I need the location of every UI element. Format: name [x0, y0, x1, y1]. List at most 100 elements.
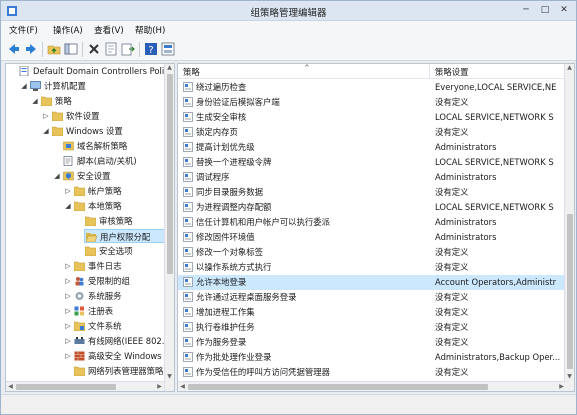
tree-vertical-scrollbar[interactable]: ▲ ▼ — [164, 64, 174, 391]
tree-node[interactable]: ▷ 高级安全 Windows 防火墙 — [65, 349, 174, 363]
tree-node[interactable]: Default Domain Controllers Policy — [18, 64, 174, 78]
expand-arrow-icon[interactable]: ▷ — [64, 337, 72, 345]
policy-setting-icon — [183, 172, 193, 182]
expand-arrow-icon[interactable]: ▷ — [64, 292, 72, 300]
policy-row[interactable]: 增加进程工作集 没有定义 — [178, 305, 566, 320]
tree-node-label: 帐户策略 — [88, 186, 122, 196]
tree-node[interactable]: ◢ 本地策略 — [65, 199, 174, 213]
folder-icon — [73, 201, 86, 212]
help-icon[interactable]: ? — [143, 41, 159, 57]
collapse-arrow-icon[interactable]: ◢ — [42, 127, 50, 135]
back-arrow-icon[interactable] — [6, 41, 22, 57]
policy-name: 提高计划优先级 — [196, 142, 255, 152]
expand-arrow-icon[interactable]: ▷ — [64, 277, 72, 285]
scroll-up-arrow-icon[interactable]: ▲ — [565, 64, 574, 72]
policy-row[interactable]: 信任计算机和用户帐户可以执行委派 Administrators — [178, 215, 566, 230]
policy-row[interactable]: 允许本地登录 Account Operators,Administr — [178, 275, 566, 290]
up-folder-icon[interactable] — [46, 41, 62, 57]
expand-arrow-icon[interactable]: ▷ — [64, 307, 72, 315]
tree-hscroll-thumb[interactable] — [16, 384, 116, 390]
policy-row[interactable]: 替换一个进程级令牌 LOCAL SERVICE,NETWORK S — [178, 155, 566, 170]
expand-arrow-icon[interactable]: ▷ — [64, 187, 72, 195]
column-header-setting[interactable]: 策略设置 — [435, 66, 469, 78]
policy-list-pane[interactable]: 策略 ^ 策略设置 绕过遍历检查 Everyone,LOCAL SERVICE,N… — [177, 63, 575, 392]
list-hscroll-thumb[interactable] — [188, 384, 488, 390]
minimize-button[interactable]: ─ — [518, 4, 534, 17]
scroll-left-arrow-icon[interactable]: ◀ — [178, 383, 187, 391]
list-scroll-thumb[interactable] — [567, 214, 573, 369]
tree-node[interactable]: ▷ 帐户策略 — [65, 184, 174, 198]
tree-node[interactable]: ▷ 受限制的组 — [65, 274, 174, 288]
scroll-up-arrow-icon[interactable]: ▲ — [165, 64, 174, 72]
expand-arrow-icon[interactable]: ▷ — [42, 112, 50, 120]
export-list-icon[interactable] — [120, 41, 136, 57]
collapse-arrow-icon[interactable]: ◢ — [31, 97, 39, 105]
menu-help[interactable]: 帮助(H) — [135, 24, 165, 36]
tree-node[interactable]: ▷ 事件日志 — [65, 259, 174, 273]
collapse-arrow-icon[interactable]: ◢ — [20, 82, 28, 90]
list-vertical-scrollbar[interactable]: ▲ ▼ — [564, 64, 574, 391]
policy-name: 调试程序 — [196, 172, 230, 182]
scroll-right-arrow-icon[interactable]: ▶ — [557, 383, 566, 391]
tree-node[interactable]: 域名解析策略 — [62, 139, 174, 153]
column-header-policy[interactable]: 策略 — [183, 66, 200, 78]
collapse-arrow-icon[interactable]: ◢ — [53, 172, 61, 180]
tree-node[interactable]: 安全选项 — [84, 244, 174, 258]
tree-node[interactable]: ◢ 策略 — [32, 94, 174, 108]
policy-row[interactable]: 允许通过远程桌面服务登录 没有定义 — [178, 290, 566, 305]
scroll-down-arrow-icon[interactable]: ▼ — [565, 373, 574, 381]
policy-setting-value: Administrators — [435, 172, 497, 182]
policy-row[interactable]: 执行卷维护任务 没有定义 — [178, 320, 566, 335]
tree-scroll-thumb[interactable] — [167, 74, 173, 274]
scroll-right-arrow-icon[interactable]: ▶ — [155, 383, 164, 391]
properties-icon[interactable] — [103, 41, 119, 57]
tree-node[interactable]: ◢ 安全设置 — [54, 169, 174, 183]
menu-file[interactable]: 文件(F) — [9, 24, 38, 36]
policy-row[interactable]: 锁定内存页 没有定义 — [178, 125, 566, 140]
tree-node[interactable]: ▷ 软件设置 — [43, 109, 174, 123]
tree-node[interactable]: 网络列表管理器策略 — [73, 364, 174, 378]
tree-node[interactable]: 脚本(启动/关机) — [62, 154, 174, 168]
scroll-left-arrow-icon[interactable]: ◀ — [6, 383, 15, 391]
maximize-button[interactable]: □ — [537, 4, 553, 17]
tree-node[interactable]: ◢ Windows 设置 — [43, 124, 174, 138]
expand-arrow-icon[interactable]: ▷ — [64, 352, 72, 360]
policy-row[interactable]: 以操作系统方式执行 没有定义 — [178, 260, 566, 275]
scroll-down-arrow-icon[interactable]: ▼ — [165, 373, 174, 381]
policy-row[interactable]: 作为受信任的呼叫方访问凭据管理器 没有定义 — [178, 365, 566, 380]
policy-row[interactable]: 修改固件环境值 Administrators — [178, 230, 566, 245]
list-horizontal-scrollbar[interactable]: ◀ ▶ — [178, 381, 566, 391]
tree-node-label: 本地策略 — [88, 201, 122, 211]
tree-node[interactable]: ▷ 注册表 — [65, 304, 174, 318]
menu-view[interactable]: 查看(V) — [94, 24, 124, 36]
tree-node[interactable]: ◢ 计算机配置 — [21, 79, 174, 93]
tree-node[interactable]: 用户权限分配 — [84, 229, 174, 243]
menu-action[interactable]: 操作(A) — [53, 24, 83, 36]
policy-row[interactable]: 作为服务登录 没有定义 — [178, 335, 566, 350]
policy-row[interactable]: 生成安全审核 LOCAL SERVICE,NETWORK S — [178, 110, 566, 125]
delete-x-icon[interactable] — [86, 41, 102, 57]
policy-row[interactable]: 绕过遍历检查 Everyone,LOCAL SERVICE,NE — [178, 80, 566, 95]
tree-horizontal-scrollbar[interactable]: ◀ ▶ — [6, 381, 164, 391]
mmc-view-icon[interactable] — [160, 41, 176, 57]
close-button[interactable]: ✕ — [556, 4, 572, 17]
tree-node[interactable]: ▷ 文件系统 — [65, 319, 174, 333]
policy-row[interactable]: 调试程序 Administrators — [178, 170, 566, 185]
policy-row[interactable]: 同步目录服务数据 没有定义 — [178, 185, 566, 200]
forward-arrow-icon[interactable] — [23, 41, 39, 57]
policy-row[interactable]: 作为批处理作业登录 Administrators,Backup Oper... — [178, 350, 566, 365]
expand-arrow-icon[interactable]: ▷ — [64, 322, 72, 330]
console-tree-pane[interactable]: Default Domain Controllers Policy ◢ 计算机配置 ◢… — [5, 63, 175, 392]
tree-node[interactable]: 审核策略 — [84, 214, 174, 228]
policy-row[interactable]: 身份验证后模拟客户端 没有定义 — [178, 95, 566, 110]
show-hide-tree-icon[interactable] — [63, 41, 79, 57]
policy-name: 执行卷维护任务 — [196, 322, 255, 332]
expand-arrow-icon[interactable]: ▷ — [64, 262, 72, 270]
policy-row[interactable]: 修改一个对象标签 没有定义 — [178, 245, 566, 260]
column-divider[interactable] — [429, 64, 430, 79]
tree-node[interactable]: ▷ 系统服务 — [65, 289, 174, 303]
policy-row[interactable]: 提高计划优先级 Administrators — [178, 140, 566, 155]
collapse-arrow-icon[interactable]: ◢ — [64, 202, 72, 210]
policy-row[interactable]: 为进程调整内存配额 LOCAL SERVICE,NETWORK S — [178, 200, 566, 215]
tree-node[interactable]: ▷ 有线网络(IEEE 802.3)策略 — [65, 334, 174, 348]
